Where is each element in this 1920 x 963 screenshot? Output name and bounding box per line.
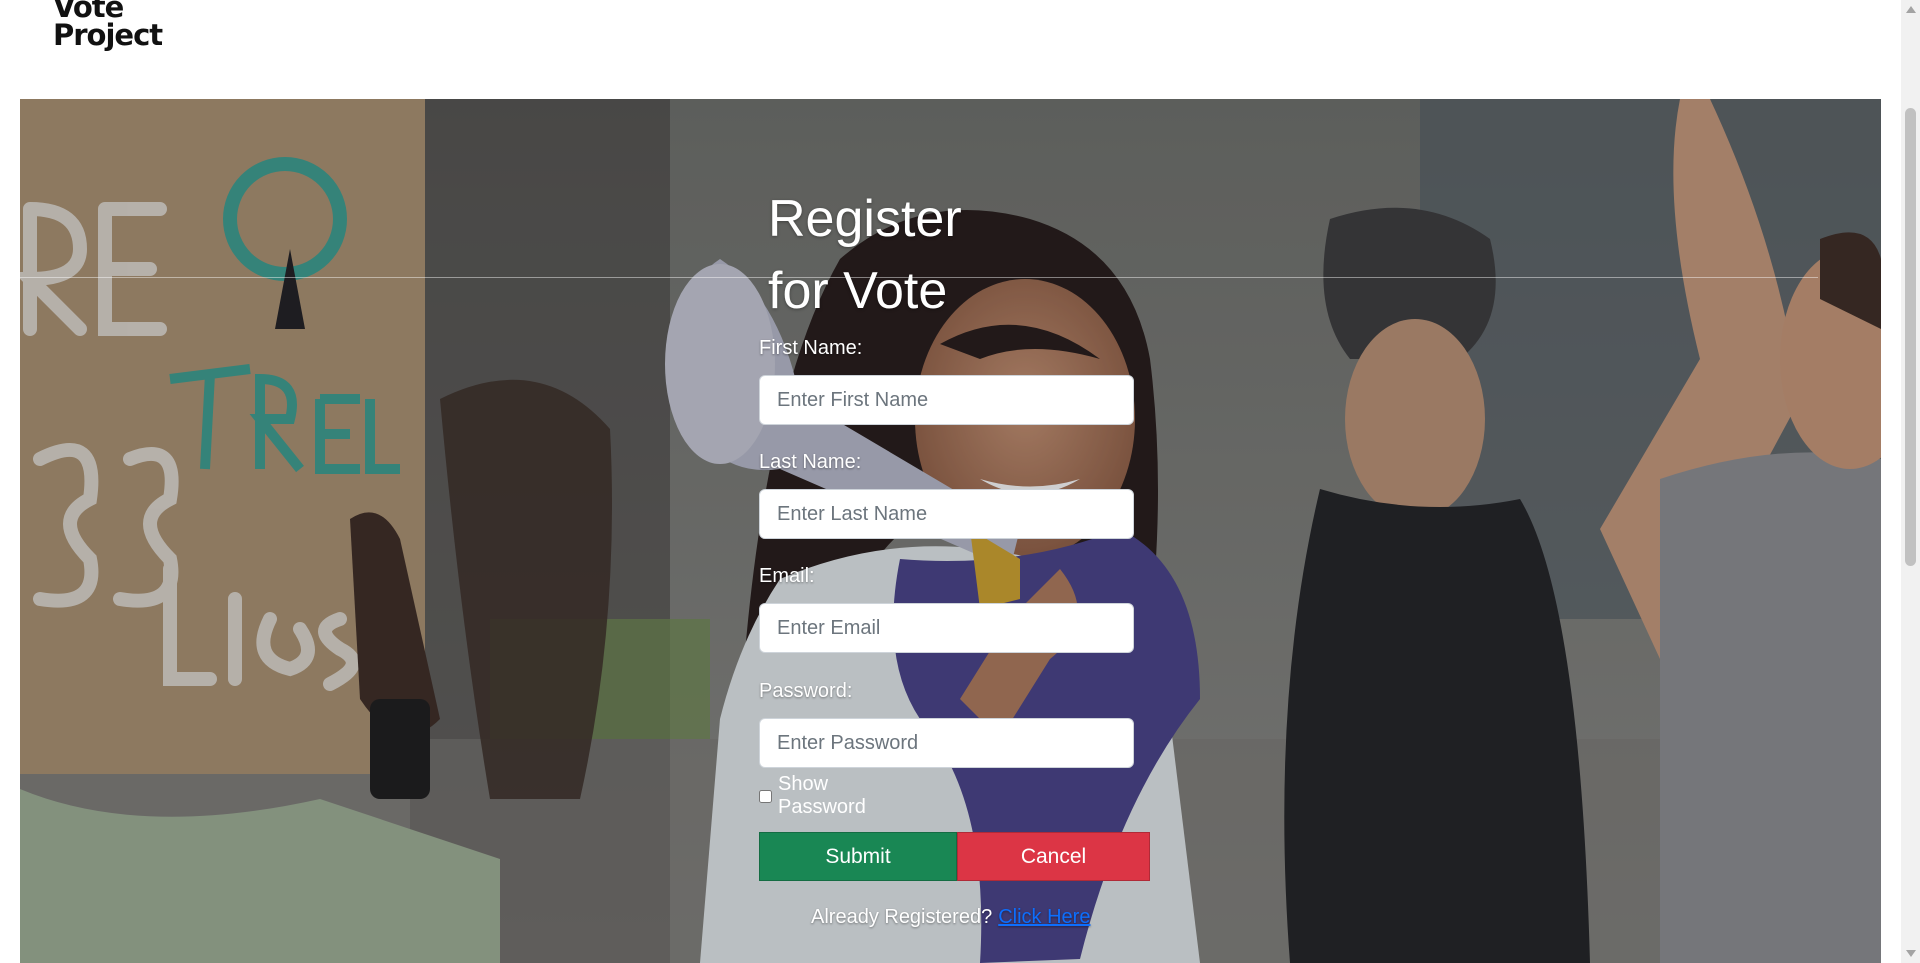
- email-label: Email:: [759, 565, 815, 587]
- login-link[interactable]: Click Here: [998, 906, 1090, 928]
- already-registered-text: Already Registered?: [811, 906, 993, 928]
- show-password-row: Show Password: [759, 773, 868, 819]
- brand-line-2: Project: [53, 18, 163, 52]
- last-name-label: Last Name:: [759, 451, 862, 473]
- last-name-input[interactable]: [759, 489, 1134, 539]
- page-title: Register for Vote: [768, 190, 962, 320]
- submit-button[interactable]: Submit: [759, 832, 957, 881]
- password-label: Password:: [759, 680, 853, 702]
- scroll-down-arrow-icon[interactable]: [1906, 950, 1916, 957]
- email-input[interactable]: [759, 603, 1134, 653]
- hero-banner: Register for Vote First Name: Last Name:…: [20, 99, 1881, 963]
- cancel-button[interactable]: Cancel: [957, 832, 1150, 881]
- password-input[interactable]: [759, 718, 1134, 768]
- first-name-input[interactable]: [759, 375, 1134, 425]
- scrollbar-thumb[interactable]: [1905, 108, 1916, 566]
- first-name-label: First Name:: [759, 337, 863, 359]
- brand-logo[interactable]: Vote Project: [53, 0, 163, 52]
- show-password-checkbox[interactable]: [759, 788, 772, 804]
- already-registered: Already Registered? Click Here: [811, 906, 1090, 929]
- scroll-up-arrow-icon[interactable]: [1906, 6, 1916, 13]
- show-password-label[interactable]: Show Password: [778, 773, 868, 819]
- page-scrollbar[interactable]: [1901, 0, 1920, 963]
